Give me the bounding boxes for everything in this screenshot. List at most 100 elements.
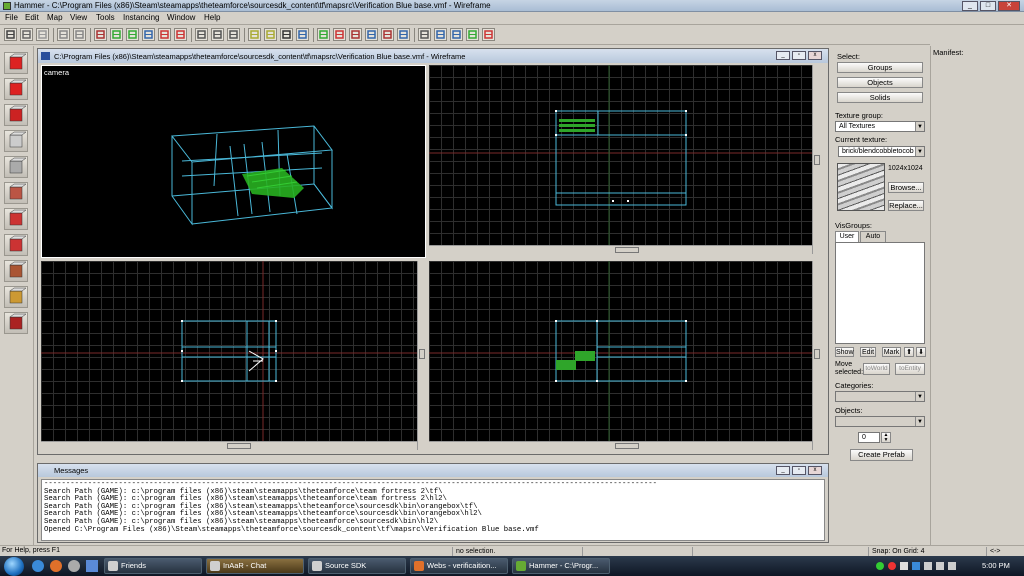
show-desktop-icon[interactable] xyxy=(86,560,98,572)
redo-icon[interactable] xyxy=(73,28,86,41)
texture-app-icon[interactable] xyxy=(4,182,28,204)
check-problems-icon[interactable] xyxy=(381,28,394,41)
task-chat[interactable]: InAaR - Chat xyxy=(206,558,304,574)
messages-minimize-button[interactable]: _ xyxy=(776,466,790,475)
replace-button[interactable]: Replace... xyxy=(888,200,924,211)
front-view-hscroll[interactable] xyxy=(41,441,417,450)
decal-tool-icon[interactable] xyxy=(4,234,28,256)
grid-larger-icon[interactable] xyxy=(36,28,49,41)
visgroup-edit-button[interactable]: Edit xyxy=(860,347,876,357)
camera-tool-icon[interactable] xyxy=(4,104,28,126)
texture-group-select[interactable]: All Textures ▼ xyxy=(835,121,925,132)
carve-icon[interactable] xyxy=(94,28,107,41)
leaf-icon[interactable] xyxy=(466,28,479,41)
tray-icon[interactable] xyxy=(888,562,896,570)
grid-icon[interactable] xyxy=(4,28,17,41)
messages-close-button[interactable]: x xyxy=(808,466,822,475)
visgroup-show-button[interactable]: Show xyxy=(835,347,854,357)
task-webs[interactable]: Webs - verificaition... xyxy=(410,558,508,574)
menu-window[interactable]: Window xyxy=(164,13,198,22)
browse-button[interactable]: Browse... xyxy=(888,182,924,193)
tab-auto[interactable]: Auto xyxy=(860,231,886,242)
steam-quicklaunch-icon[interactable] xyxy=(68,560,80,572)
messages-restore-button[interactable]: ▫ xyxy=(792,466,806,475)
top-view-vscroll[interactable] xyxy=(812,65,821,254)
objects-select[interactable]: ▼ xyxy=(835,416,925,427)
menu-view[interactable]: View xyxy=(67,13,90,22)
tab-user[interactable]: User xyxy=(835,231,859,242)
tray-icon[interactable] xyxy=(936,562,944,570)
categories-select[interactable]: ▼ xyxy=(835,391,925,402)
create-prefab-button[interactable]: Create Prefab xyxy=(850,449,913,461)
block-tool-icon[interactable] xyxy=(4,156,28,178)
cordon-icon[interactable] xyxy=(349,28,362,41)
models-icon[interactable] xyxy=(418,28,431,41)
task-hammer[interactable]: Hammer - C:\Progr... xyxy=(512,558,610,574)
paste-icon[interactable] xyxy=(227,28,240,41)
ungroup-icon[interactable] xyxy=(126,28,139,41)
start-button[interactable] xyxy=(4,557,24,576)
cm-icon[interactable] xyxy=(450,28,463,41)
texture-lock-icon[interactable] xyxy=(248,28,261,41)
toggle-texture-icon[interactable] xyxy=(317,28,330,41)
side-view-vscroll[interactable] xyxy=(812,261,821,450)
tray-icon[interactable] xyxy=(900,562,908,570)
apply-texture-icon[interactable] xyxy=(4,208,28,230)
side-2d-view[interactable] xyxy=(429,261,812,441)
copy-icon[interactable] xyxy=(211,28,224,41)
menu-tools[interactable]: Tools xyxy=(93,13,118,22)
network-icon[interactable] xyxy=(912,562,920,570)
move-down-icon[interactable]: ⬇ xyxy=(916,347,926,357)
no-draw-icon[interactable] xyxy=(482,28,495,41)
menu-help[interactable]: Help xyxy=(201,13,223,22)
tray-icon[interactable] xyxy=(876,562,884,570)
side-view-hscroll[interactable] xyxy=(429,441,812,450)
map-minimize-button[interactable]: _ xyxy=(776,51,790,60)
menu-file[interactable]: File xyxy=(2,13,21,22)
select-solids-button[interactable]: Solids xyxy=(837,92,923,103)
task-friends[interactable]: Friends xyxy=(104,558,202,574)
close-button[interactable]: ✕ xyxy=(998,1,1020,11)
map-restore-button[interactable]: ▫ xyxy=(792,51,806,60)
vertex-tool-icon[interactable] xyxy=(4,312,28,334)
run-map-icon[interactable] xyxy=(333,28,346,41)
maximize-button[interactable]: □ xyxy=(980,1,996,11)
grid-smaller-icon[interactable] xyxy=(20,28,33,41)
tray-icon[interactable] xyxy=(948,562,956,570)
move-up-icon[interactable]: ⬆ xyxy=(904,347,914,357)
ignore-group-icon[interactable] xyxy=(142,28,155,41)
sound-icon[interactable] xyxy=(397,28,410,41)
top-view-hscroll[interactable] xyxy=(429,245,812,254)
entity-tool-icon[interactable] xyxy=(4,130,28,152)
select-groups-button[interactable]: Groups xyxy=(837,62,923,73)
visgroups-list[interactable] xyxy=(835,242,925,344)
ie-icon[interactable] xyxy=(32,560,44,572)
camera-3d-view[interactable]: camera xyxy=(41,65,426,258)
map-close-button[interactable]: x xyxy=(808,51,822,60)
pointer-tool-icon[interactable] xyxy=(4,52,28,74)
menu-map[interactable]: Map xyxy=(44,13,66,22)
unhide-icon[interactable] xyxy=(174,28,187,41)
front-view-vscroll[interactable] xyxy=(417,261,426,450)
task-source-sdk[interactable]: Source SDK xyxy=(308,558,406,574)
magnify-tool-icon[interactable] xyxy=(4,78,28,100)
to-world-button[interactable]: toWorld xyxy=(863,363,890,375)
volume-icon[interactable] xyxy=(924,562,932,570)
cut-icon[interactable] xyxy=(195,28,208,41)
menu-edit[interactable]: Edit xyxy=(22,13,42,22)
current-texture-select[interactable]: brick/blendcobbletocob ▼ xyxy=(838,146,925,157)
front-2d-view[interactable] xyxy=(41,261,417,441)
messages-log[interactable]: ----------------------------------------… xyxy=(41,479,825,541)
hide-icon[interactable] xyxy=(158,28,171,41)
clock[interactable]: 5:00 PM xyxy=(982,561,1010,570)
scale-texture-lock-icon[interactable] xyxy=(264,28,277,41)
minimize-button[interactable]: _ xyxy=(962,1,978,11)
to-entity-button[interactable]: toEntity xyxy=(895,363,925,375)
entity-report-icon[interactable] xyxy=(365,28,378,41)
selection-box-icon[interactable] xyxy=(280,28,293,41)
select-objects-button[interactable]: Objects xyxy=(837,77,923,88)
undo-icon[interactable] xyxy=(57,28,70,41)
select-icon[interactable] xyxy=(296,28,309,41)
clip-tool-icon[interactable] xyxy=(4,286,28,308)
top-2d-view[interactable] xyxy=(429,65,812,245)
